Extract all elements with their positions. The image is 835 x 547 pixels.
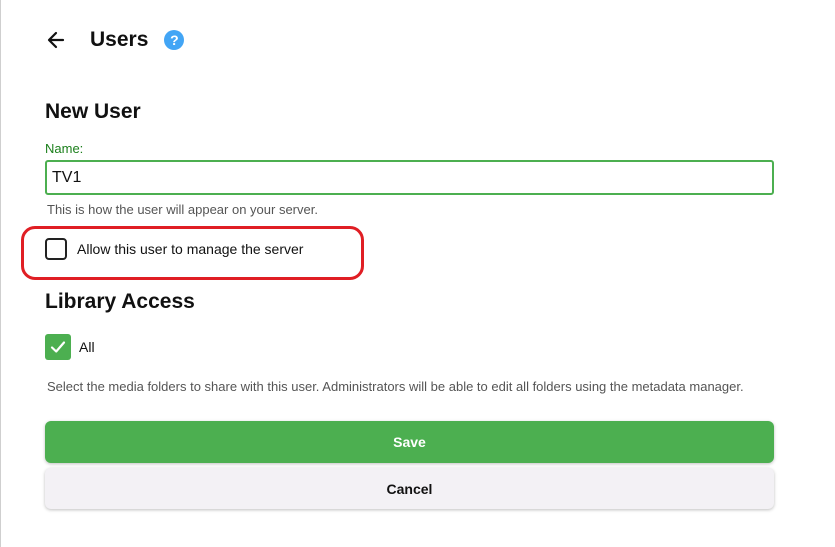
new-user-heading: New User [45, 100, 141, 123]
page-header: Users ? [44, 26, 185, 54]
back-button[interactable] [44, 28, 68, 52]
admin-checkbox-row[interactable]: Allow this user to manage the server [45, 238, 303, 260]
save-button[interactable]: Save [45, 421, 774, 463]
all-libraries-checkbox-row[interactable]: All [45, 334, 95, 360]
library-help-text: Select the media folders to share with t… [47, 379, 744, 394]
all-libraries-checkbox[interactable] [45, 334, 71, 360]
name-input[interactable] [45, 160, 774, 195]
all-libraries-label: All [79, 339, 95, 355]
name-label: Name: [45, 141, 84, 156]
cancel-button[interactable]: Cancel [45, 468, 774, 509]
name-help-text: This is how the user will appear on your… [47, 202, 318, 217]
arrow-left-icon [47, 31, 65, 49]
library-access-heading: Library Access [45, 290, 195, 313]
page-title: Users [90, 28, 149, 51]
question-mark-icon[interactable]: ? [164, 30, 185, 50]
checkmark-icon [50, 341, 66, 353]
admin-checkbox[interactable] [45, 238, 67, 260]
panel-left-border [0, 0, 1, 547]
admin-checkbox-label: Allow this user to manage the server [77, 241, 304, 257]
